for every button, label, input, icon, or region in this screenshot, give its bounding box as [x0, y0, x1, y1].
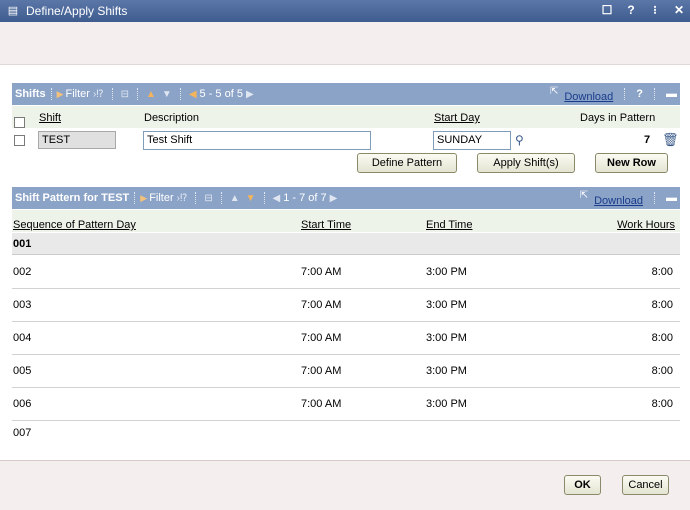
- shifts-column-headers: Shift Description Start Day Days in Patt…: [12, 106, 680, 128]
- cell-end-time: 3:00 PM: [426, 266, 467, 278]
- cell-end-time: 3:00 PM: [426, 299, 467, 311]
- start-day-input[interactable]: SUNDAY: [433, 131, 511, 150]
- help-icon[interactable]: ?: [624, 3, 638, 17]
- window-title: Define/Apply Shifts: [26, 4, 128, 18]
- pattern-pager: 1 - 7 of 7: [283, 192, 327, 204]
- export-icon[interactable]: ⇱: [550, 86, 558, 97]
- cell-sequence: 001: [13, 238, 32, 250]
- filter-clear-icon[interactable]: ›⁉: [93, 89, 104, 100]
- filter-button[interactable]: ▶ Filter: [57, 88, 90, 100]
- col-sequence[interactable]: Sequence of Pattern Day: [13, 219, 136, 231]
- collapse-icon[interactable]: ▬: [666, 192, 677, 204]
- export-icon[interactable]: ⇱: [580, 190, 588, 201]
- cell-work-hours: 8:00: [651, 299, 673, 311]
- next-page-icon[interactable]: ▶: [246, 89, 254, 100]
- next-row-icon[interactable]: ▼: [162, 89, 172, 100]
- columns-icon[interactable]: ⊟: [121, 89, 129, 100]
- collapse-icon[interactable]: ▬: [666, 88, 677, 100]
- cell-end-time: 3:00 PM: [426, 398, 467, 410]
- table-row[interactable]: 007: [12, 421, 680, 454]
- shifts-pager: 5 - 5 of 5: [199, 88, 243, 100]
- maximize-icon[interactable]: ☐: [600, 3, 614, 17]
- delete-row-icon[interactable]: 🗑: [662, 132, 679, 148]
- pattern-column-headers: Sequence of Pattern Day Start Time End T…: [12, 210, 680, 232]
- table-row[interactable]: 001: [12, 233, 680, 255]
- filter-arrow-icon: ▶: [56, 88, 64, 99]
- cell-start-time: 7:00 AM: [301, 332, 342, 344]
- app-icon: ▤: [7, 5, 19, 17]
- cell-sequence: 004: [13, 332, 32, 344]
- ok-button[interactable]: OK: [564, 475, 601, 495]
- cell-work-hours: 8:00: [651, 266, 673, 278]
- shift-code-field: TEST: [38, 131, 116, 149]
- apply-shifts-button[interactable]: Apply Shift(s): [477, 153, 575, 173]
- cell-start-time: 7:00 AM: [301, 365, 342, 377]
- col-start-day[interactable]: Start Day: [434, 112, 480, 124]
- cell-start-time: 7:00 AM: [301, 266, 342, 278]
- col-work-hours[interactable]: Work Hours: [617, 219, 675, 231]
- pattern-filter-button[interactable]: ▶ Filter: [140, 192, 173, 204]
- cell-sequence: 006: [13, 398, 32, 410]
- shifts-download-link[interactable]: Download: [564, 91, 613, 103]
- columns-icon[interactable]: ⊟: [204, 193, 212, 204]
- new-row-button[interactable]: New Row: [595, 153, 668, 173]
- shifts-grid-title: Shifts: [15, 88, 46, 100]
- cell-start-time: 7:00 AM: [301, 299, 342, 311]
- previous-row-icon[interactable]: ▲: [230, 193, 240, 204]
- cell-work-hours: 8:00: [651, 365, 673, 377]
- header-band: [0, 22, 690, 65]
- cancel-button[interactable]: Cancel: [622, 475, 669, 495]
- grid-help-icon[interactable]: ?: [636, 88, 643, 100]
- first-page-icon[interactable]: ◀: [273, 193, 281, 204]
- col-shift[interactable]: Shift: [39, 112, 61, 124]
- next-page-icon[interactable]: ▶: [330, 193, 338, 204]
- pattern-download-link[interactable]: Download: [594, 195, 643, 207]
- table-row[interactable]: 004 7:00 AM 3:00 PM 8:00: [12, 322, 680, 355]
- next-row-icon[interactable]: ▼: [246, 193, 256, 204]
- define-pattern-button[interactable]: Define Pattern: [357, 153, 457, 173]
- select-all-checkbox[interactable]: [14, 117, 25, 128]
- col-days-in-pattern: Days in Pattern: [580, 112, 656, 124]
- first-page-icon[interactable]: ◀: [189, 89, 197, 100]
- cell-work-hours: 8:00: [651, 398, 673, 410]
- menu-icon[interactable]: ⁝: [648, 3, 662, 17]
- window-title-bar: ▤ Define/Apply Shifts ☐ ? ⁝ ✕: [0, 0, 690, 22]
- description-input[interactable]: Test Shift: [143, 131, 371, 150]
- table-row[interactable]: 003 7:00 AM 3:00 PM 8:00: [12, 289, 680, 322]
- filter-clear-icon[interactable]: ›⁉: [177, 193, 188, 204]
- cell-start-time: 7:00 AM: [301, 398, 342, 410]
- filter-arrow-icon: ▶: [140, 192, 148, 203]
- close-icon[interactable]: ✕: [672, 3, 686, 17]
- pattern-grid-title: Shift Pattern for TEST: [15, 192, 130, 204]
- cell-end-time: 3:00 PM: [426, 332, 467, 344]
- cell-end-time: 3:00 PM: [426, 365, 467, 377]
- lookup-icon[interactable]: ⚲: [515, 133, 524, 147]
- col-start-time[interactable]: Start Time: [301, 219, 351, 231]
- col-end-time[interactable]: End Time: [426, 219, 472, 231]
- table-row[interactable]: 005 7:00 AM 3:00 PM 8:00: [12, 355, 680, 388]
- shifts-grid-toolbar: Shifts ▶ Filter ›⁉ ⊟ ▲ ▼ ◀ 5 - 5 of 5 ▶ ⇱…: [12, 83, 680, 105]
- cell-sequence: 007: [13, 427, 32, 439]
- row-checkbox[interactable]: [14, 135, 25, 146]
- cell-work-hours: 8:00: [651, 332, 673, 344]
- table-row[interactable]: 006 7:00 AM 3:00 PM 8:00: [12, 388, 680, 421]
- pattern-grid-toolbar: Shift Pattern for TEST ▶ Filter ›⁉ ⊟ ▲ ▼ …: [12, 187, 680, 209]
- days-in-pattern-value: 7: [644, 134, 651, 146]
- cell-sequence: 002: [13, 266, 32, 278]
- col-description: Description: [144, 112, 200, 124]
- previous-row-icon[interactable]: ▲: [146, 89, 156, 100]
- cell-sequence: 005: [13, 365, 32, 377]
- cell-sequence: 003: [13, 299, 32, 311]
- table-row: TEST Test Shift SUNDAY ⚲ 7 🗑: [12, 129, 680, 152]
- table-row[interactable]: 002 7:00 AM 3:00 PM 8:00: [12, 256, 680, 289]
